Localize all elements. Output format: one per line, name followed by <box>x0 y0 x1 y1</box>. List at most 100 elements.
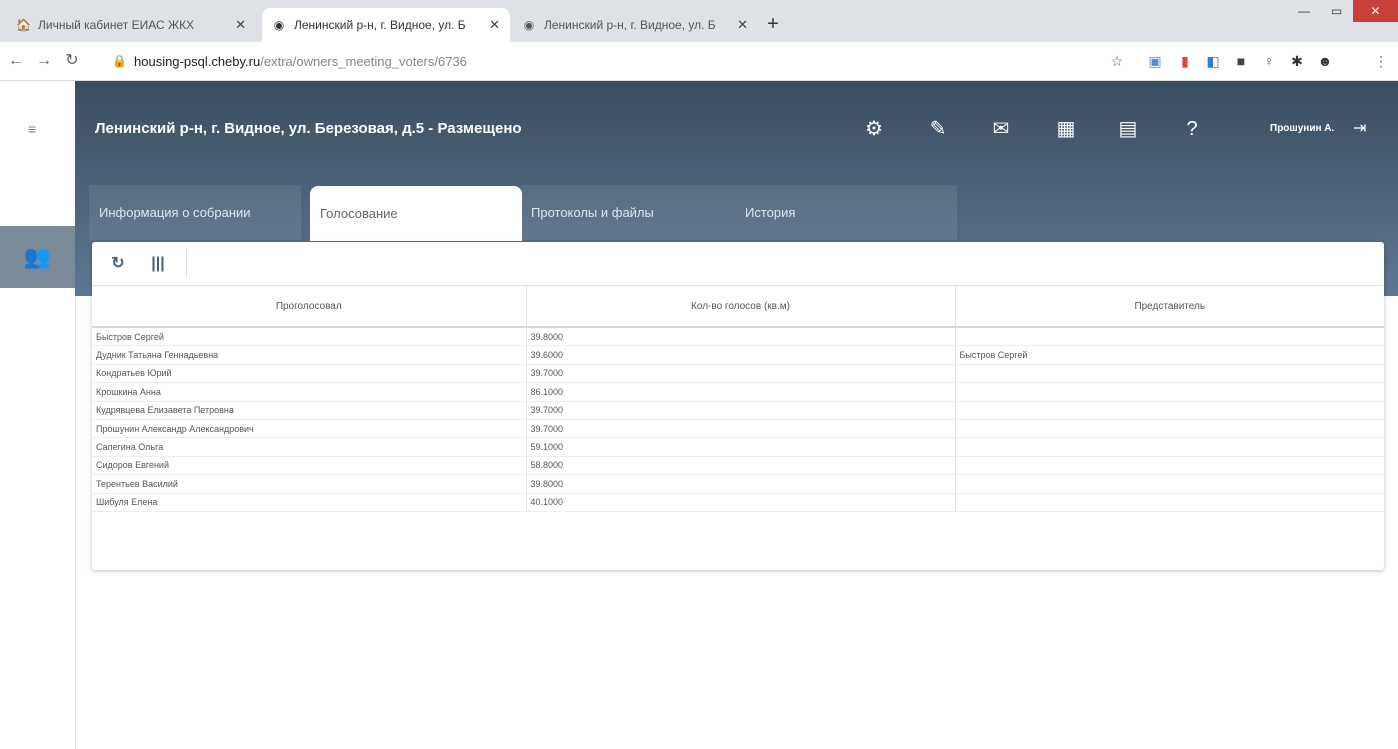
table-row[interactable]: Прошунин Александр Александрович 39.7000 <box>92 419 1384 439</box>
extension-icon[interactable]: ♀ <box>1260 52 1278 70</box>
cell-votes: 39.7000 <box>526 364 956 384</box>
url-path: /extra/owners_meeting_voters/6736 <box>260 53 467 69</box>
menu-icon[interactable]: ≡ <box>28 121 36 137</box>
cell-voter: Кудрявцева Елизавета Петровна <box>92 401 527 420</box>
pin-icon[interactable]: ✱ <box>1288 52 1306 70</box>
close-icon[interactable]: ✕ <box>489 17 500 33</box>
cell-representative <box>955 474 1384 494</box>
cell-votes: 58.8000 <box>526 456 956 476</box>
browser-tab-active[interactable]: ◉ Ленинский р-н, г. Видное, ул. Б ✕ <box>262 8 510 42</box>
toolbar-divider <box>186 248 187 278</box>
new-tab-button[interactable]: + <box>763 14 783 34</box>
columns-icon[interactable]: ||| <box>146 252 170 276</box>
grid-toolbar: ↻ ||| <box>92 242 1384 286</box>
cell-representative <box>955 327 1384 347</box>
window-controls: — ▭ ✕ <box>1288 0 1398 22</box>
gear-icon[interactable]: ⚙ <box>861 116 887 142</box>
table-body: Быстров Сергей 39.8000 Дудник Татьяна Генн… <box>92 327 1384 512</box>
logout-icon[interactable]: ⇥ <box>1353 118 1366 138</box>
refresh-icon[interactable]: ↻ <box>106 252 130 276</box>
chat-icon[interactable]: ✉ <box>988 116 1014 142</box>
browser-tab[interactable]: 🏠 Личный кабинет ЕИАС ЖКХ ✕ <box>6 8 256 42</box>
browser-tabstrip: 🏠 Личный кабинет ЕИАС ЖКХ ✕ ◉ Ленинский … <box>0 0 1398 42</box>
cell-representative <box>955 419 1384 439</box>
cell-votes: 39.8000 <box>526 474 956 494</box>
table-row[interactable]: Кудрявцева Елизавета Петровна 39.7000 <box>92 401 1384 420</box>
cell-votes: 39.7000 <box>526 419 956 439</box>
report-icon[interactable]: ▤ <box>1115 116 1141 142</box>
back-icon[interactable]: ← <box>6 51 26 71</box>
window-close-icon[interactable]: ✕ <box>1352 0 1398 22</box>
table-row[interactable]: Сидоров Евгений 58.8000 <box>92 456 1384 476</box>
page-favicon-icon: 🏠 <box>16 18 31 32</box>
cell-votes: 86.1000 <box>526 382 956 402</box>
forward-icon[interactable]: → <box>34 51 54 71</box>
cell-voter: Шибуля Елена <box>92 493 527 512</box>
browser-tab-title: Ленинский р-н, г. Видное, ул. Б <box>294 18 466 32</box>
browser-tab-title: Личный кабинет ЕИАС ЖКХ <box>38 18 195 32</box>
bookmark-star-icon[interactable]: ☆ <box>1108 52 1126 70</box>
tab-label: Информация о собрании <box>99 205 251 220</box>
users-icon: 👥 <box>23 244 52 269</box>
help-icon[interactable]: ? <box>1179 116 1205 142</box>
address-bar[interactable]: 🔒 housing-psql.cheby.ru /extra/owners_me… <box>112 48 1132 74</box>
tab-history[interactable]: История <box>735 185 957 240</box>
cell-voter: Сапегина Ольга <box>92 437 527 457</box>
profile-avatar[interactable]: ☻ <box>1316 52 1334 70</box>
minimize-icon[interactable]: — <box>1288 0 1320 22</box>
document-edit-icon[interactable]: ✎ <box>925 116 951 142</box>
cell-voter: Дудник Татьяна Геннадьевна <box>92 345 527 365</box>
extension-icon[interactable]: ■ <box>1232 52 1250 70</box>
close-icon[interactable]: ✕ <box>737 17 748 33</box>
tab-voting[interactable]: Голосование <box>310 186 522 241</box>
rail-item-owners[interactable]: 👥 <box>0 226 75 288</box>
cell-voter: Сидоров Евгений <box>92 456 527 476</box>
calculator-icon[interactable]: ▦ <box>1053 116 1079 142</box>
table-row[interactable]: Сапегина Ольга 59.1000 <box>92 437 1384 457</box>
lock-icon: 🔒 <box>112 54 127 68</box>
cell-representative: Быстров Сергей <box>955 345 1384 365</box>
cell-representative <box>955 456 1384 476</box>
cell-representative <box>955 493 1384 512</box>
table-row[interactable]: Дудник Татьяна Геннадьевна 39.6000 Быстров… <box>92 345 1384 365</box>
table-row[interactable]: Кондратьев Юрий 39.7000 <box>92 364 1384 384</box>
reload-icon[interactable]: ↻ <box>62 51 82 71</box>
table-row[interactable]: Шибуля Елена 40.1000 <box>92 493 1384 512</box>
user-name[interactable]: Прошунин А. <box>1270 123 1334 134</box>
cell-votes: 59.1000 <box>526 437 956 457</box>
cell-representative <box>955 382 1384 402</box>
cell-voter: Прошунин Александр Александрович <box>92 419 527 439</box>
column-header-votes[interactable]: Кол-во голосов (кв.м) <box>526 286 956 328</box>
table-row[interactable]: Терентьев Василий 39.8000 <box>92 474 1384 494</box>
tab-label: Голосование <box>320 206 398 221</box>
browser-toolbar: ← → ↻ 🔒 housing-psql.cheby.ru /extra/own… <box>0 42 1398 81</box>
cell-voter: Быстров Сергей <box>92 327 527 347</box>
cell-votes: 39.6000 <box>526 345 956 365</box>
browser-menu-icon[interactable]: ⋮ <box>1372 52 1390 70</box>
table-header-row: Проголосовал Кол-во голосов (кв.м) Предс… <box>92 286 1384 328</box>
globe-icon: ◉ <box>273 18 285 32</box>
cell-voter: Кондратьев Юрий <box>92 364 527 384</box>
column-header-representative[interactable]: Представитель <box>955 286 1384 328</box>
voters-table: Проголосовал Кол-во голосов (кв.м) Предс… <box>92 286 1384 512</box>
left-rail: ≡ 👥 <box>0 81 76 749</box>
table-row[interactable]: Быстров Сергей 39.8000 <box>92 327 1384 347</box>
page-title: Ленинский р-н, г. Видное, ул. Березовая,… <box>95 120 522 137</box>
extension-icon[interactable]: ◧ <box>1204 52 1222 70</box>
close-icon[interactable]: ✕ <box>235 17 246 33</box>
cell-representative <box>955 364 1384 384</box>
browser-tab[interactable]: ◉ Ленинский р-н, г. Видное, ул. Б ✕ <box>512 8 758 42</box>
cell-voter: Терентьев Василий <box>92 474 527 494</box>
tab-protocols-files[interactable]: Протоколы и файлы <box>521 185 735 240</box>
maximize-icon[interactable]: ▭ <box>1320 0 1352 22</box>
column-header-voter[interactable]: Проголосовал <box>92 286 527 328</box>
globe-icon: ◉ <box>523 18 535 32</box>
extension-icon[interactable]: ▮ <box>1176 52 1194 70</box>
tab-label: История <box>745 205 796 220</box>
extension-icon[interactable]: ▣ <box>1146 52 1164 70</box>
tab-meeting-info[interactable]: Информация о собрании <box>89 185 301 240</box>
cell-votes: 39.7000 <box>526 401 956 420</box>
cell-votes: 39.8000 <box>526 327 956 347</box>
table-row[interactable]: Крошкина Анна 86.1000 <box>92 382 1384 402</box>
browser-tab-title: Ленинский р-н, г. Видное, ул. Б <box>544 18 716 32</box>
